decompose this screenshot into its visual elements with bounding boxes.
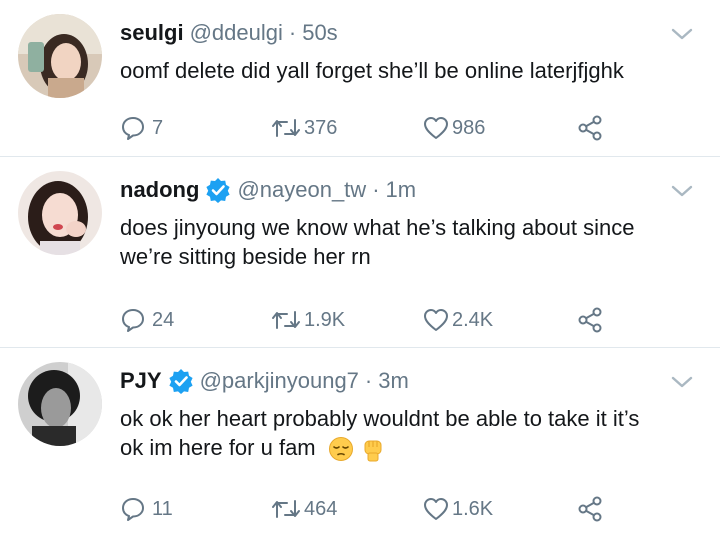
raised-fist-emoji — [364, 440, 382, 462]
tweet-nadong[interactable]: nadong @nayeon_tw · 1m does jinyoung we … — [0, 157, 720, 348]
reply-count: 24 — [152, 308, 175, 331]
share-button[interactable] — [576, 494, 604, 524]
reply-icon — [122, 117, 144, 140]
retweet-count: 376 — [304, 116, 338, 139]
retweet-count: 1.9K — [304, 308, 346, 331]
like-count: 1.6K — [452, 497, 494, 520]
chevron-down-icon[interactable] — [670, 26, 694, 42]
chevron-down-icon[interactable] — [670, 374, 694, 390]
reply-button[interactable]: 24 — [120, 305, 174, 335]
tweet-actions: 7 376 986 — [120, 113, 700, 143]
tweet-seulgi[interactable]: seulgi @ddeulgi · 50s oomf delete did ya… — [0, 0, 720, 157]
share-icon — [578, 496, 602, 522]
tweet-text: does jinyoung we know what he’s talking … — [120, 213, 700, 271]
like-icon — [424, 117, 448, 139]
retweet-button[interactable]: 464 — [270, 494, 337, 524]
reply-count: 7 — [152, 116, 164, 139]
user-handle[interactable]: @parkjinyoung7 — [200, 368, 359, 394]
like-button[interactable]: 986 — [422, 113, 485, 143]
like-button[interactable]: 1.6K — [422, 494, 493, 524]
like-count: 2.4K — [452, 308, 494, 331]
tweet-text: ok ok her heart probably wouldnt be able… — [120, 404, 700, 462]
tweet-text-line: oomf delete did yall forget she’ll be on… — [120, 58, 624, 83]
like-icon — [424, 309, 448, 331]
timestamp[interactable]: 3m — [378, 368, 409, 394]
reply-button[interactable]: 7 — [120, 113, 163, 143]
reply-icon — [122, 309, 144, 332]
like-button[interactable]: 2.4K — [422, 305, 493, 335]
user-handle[interactable]: @nayeon_tw — [237, 177, 366, 203]
retweet-count: 464 — [304, 497, 338, 520]
timestamp[interactable]: 50s — [302, 20, 337, 46]
share-icon — [578, 115, 602, 141]
verified-badge-icon — [206, 178, 231, 203]
display-name[interactable]: PJY — [120, 368, 162, 394]
tweet-text-line: we’re sitting beside her rn — [120, 244, 371, 269]
like-icon — [424, 498, 448, 520]
avatar[interactable] — [18, 14, 102, 98]
tweet-text-line: ok im here for u fam — [120, 435, 316, 460]
separator-dot: · — [364, 368, 373, 393]
tweet-actions: 24 1.9K 2.4K — [120, 305, 700, 335]
verified-badge-icon — [168, 369, 193, 394]
tweet-text: oomf delete did yall forget she’ll be on… — [120, 56, 700, 85]
tweet-actions: 11 464 1.6K — [120, 494, 700, 524]
reply-icon — [122, 498, 144, 521]
pensive-face-emoji — [328, 437, 353, 462]
separator-dot: · — [288, 20, 297, 45]
share-button[interactable] — [576, 305, 604, 335]
user-handle[interactable]: @ddeulgi — [190, 20, 283, 46]
share-icon — [578, 307, 602, 333]
share-button[interactable] — [576, 113, 604, 143]
retweet-button[interactable]: 1.9K — [270, 305, 345, 335]
timestamp[interactable]: 1m — [386, 177, 417, 203]
retweet-button[interactable]: 376 — [270, 113, 337, 143]
tweet-text-line: does jinyoung we know what he’s talking … — [120, 215, 635, 240]
retweet-icon — [272, 500, 300, 518]
chevron-down-icon[interactable] — [670, 183, 694, 199]
retweet-icon — [272, 311, 300, 329]
like-count: 986 — [452, 116, 486, 139]
display-name[interactable]: nadong — [120, 177, 199, 203]
reply-count: 11 — [152, 497, 173, 520]
avatar[interactable] — [18, 171, 102, 255]
retweet-icon — [272, 119, 300, 137]
separator-dot: · — [372, 177, 380, 202]
tweet-pjy[interactable]: PJY @parkjinyoung7 · 3m ok ok her heart … — [0, 348, 720, 535]
reply-button[interactable]: 11 — [120, 494, 173, 524]
avatar[interactable] — [18, 362, 102, 446]
tweet-text-line: ok ok her heart probably wouldnt be able… — [120, 406, 640, 431]
display-name[interactable]: seulgi — [120, 20, 184, 46]
